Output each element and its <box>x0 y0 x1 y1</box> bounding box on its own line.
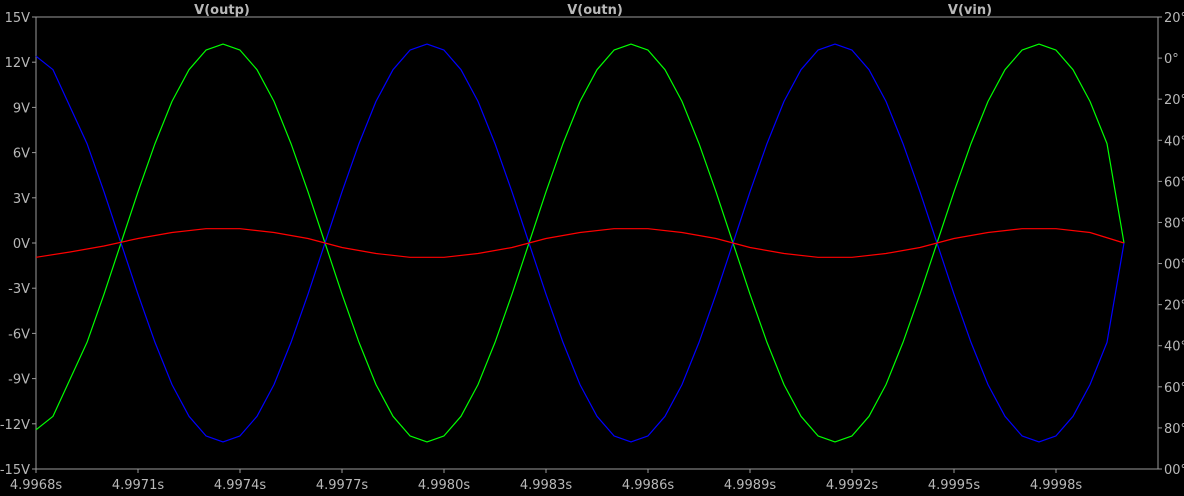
right-tick-label: 80° <box>1164 216 1184 231</box>
x-tick-label: 4.9980s <box>418 478 470 493</box>
x-tick-label: 4.9968s <box>10 478 62 493</box>
y-tick-label: -3V <box>8 282 30 297</box>
y-tick-label: -9V <box>8 373 30 388</box>
legend-label-V(vin): V(vin) <box>948 3 992 18</box>
right-tick-label: 00° <box>1164 258 1184 273</box>
legend-label-V(outp): V(outp) <box>194 3 250 18</box>
right-tick-label: 60° <box>1164 381 1184 396</box>
x-tick-label: 4.9983s <box>520 478 572 493</box>
x-tick-label: 4.9989s <box>724 478 776 493</box>
series-line-V(outp) <box>35 43 1125 443</box>
y-tick-label: 3V <box>13 192 30 207</box>
axes: 15V 12V 9V 6V 3V 0V -3V -6V -9V -12V -15V4.9968s 4.… <box>0 11 1184 493</box>
y-tick-label: 9V <box>13 101 30 116</box>
y-tick-label: -6V <box>8 327 30 342</box>
x-tick-label: 4.9974s <box>214 478 266 493</box>
plot-frame <box>35 16 1159 470</box>
chart-plot: V(outp) V(outn) V(vin) 15V 12V 9V 6V 3V 0V -3V -6… <box>0 3 1184 493</box>
y-tick-label: 0V <box>13 237 30 252</box>
x-tick-label: 4.9992s <box>826 478 878 493</box>
legend: V(outp) V(outn) V(vin) <box>194 3 992 18</box>
x-tick-label: 4.9977s <box>316 478 368 493</box>
series-line-V(vin) <box>35 228 1125 258</box>
right-tick-label: 0° <box>1164 52 1179 67</box>
x-tick-label: 4.9986s <box>622 478 674 493</box>
right-tick-label: 60° <box>1164 175 1184 190</box>
right-tick-label: 40° <box>1164 134 1184 149</box>
right-tick-label: 20° <box>1164 11 1184 26</box>
right-tick-label: 20° <box>1164 299 1184 314</box>
right-tick-label: 80° <box>1164 422 1184 437</box>
right-tick-label: 00° <box>1164 463 1184 478</box>
x-tick-label: 4.9998s <box>1030 478 1082 493</box>
x-tick-label: 4.9995s <box>928 478 980 493</box>
series-layer <box>35 43 1125 443</box>
y-tick-label: 6V <box>13 147 30 162</box>
y-tick-label: 12V <box>5 56 31 71</box>
x-tick-label: 4.9971s <box>112 478 164 493</box>
y-tick-label: -15V <box>0 463 30 478</box>
series-line-V(outn) <box>35 43 1125 443</box>
y-tick-label: 15V <box>5 11 31 26</box>
right-tick-label: 40° <box>1164 340 1184 355</box>
y-tick-label: -12V <box>0 418 30 433</box>
right-tick-label: 20° <box>1164 93 1184 108</box>
legend-label-V(outn): V(outn) <box>567 3 623 18</box>
